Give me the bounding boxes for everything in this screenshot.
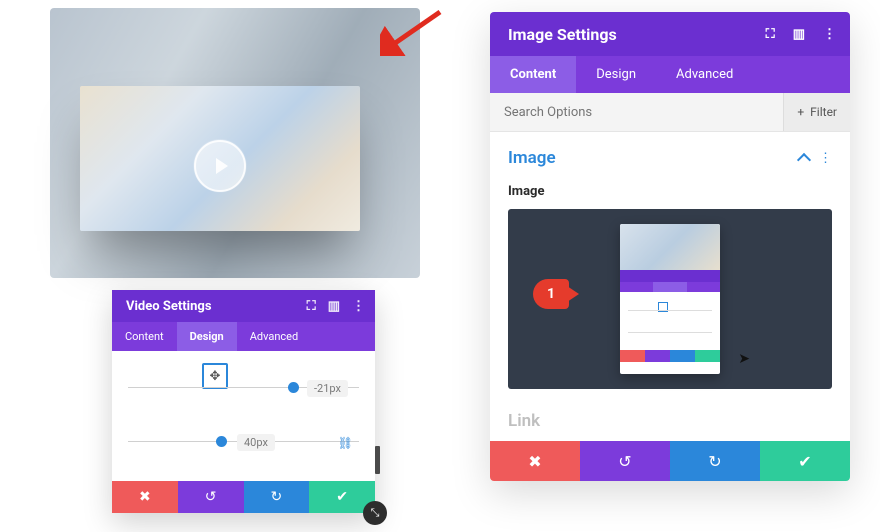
tab-design[interactable]: Design: [177, 322, 237, 351]
step-marker: 1: [533, 279, 569, 309]
tab-design[interactable]: Design: [576, 56, 656, 93]
image-thumbnail: [620, 224, 720, 374]
panel-title: Image Settings: [508, 25, 617, 44]
play-icon: [194, 140, 246, 192]
kebab-icon[interactable]: ⋮: [823, 27, 836, 42]
kebab-icon[interactable]: ⋮: [819, 151, 832, 166]
link-section-title: Link: [490, 393, 850, 431]
design-body: ✥ -21px 40px ⛓: [112, 351, 375, 481]
help-icon[interactable]: ▥: [793, 27, 805, 42]
filter-label: Filter: [810, 105, 837, 119]
tab-content[interactable]: Content: [112, 322, 177, 351]
kebab-icon[interactable]: ⋮: [352, 299, 365, 314]
search-input[interactable]: [490, 94, 783, 131]
link-values-icon[interactable]: ⛓: [338, 436, 353, 450]
image-preview-well[interactable]: 1 ➤: [508, 209, 832, 389]
section-header[interactable]: Image ⋮: [508, 148, 832, 168]
resize-handle[interactable]: ⤡: [363, 501, 387, 525]
scroll-indicator: [375, 446, 380, 474]
tab-advanced[interactable]: Advanced: [656, 56, 753, 93]
action-bar: ✖ ↺ ↻ ✔: [490, 441, 850, 481]
field-label: Image: [508, 184, 832, 199]
expand-icon[interactable]: ⛶: [766, 27, 775, 42]
panel-header[interactable]: Video Settings ⛶ ▥ ⋮: [112, 290, 375, 322]
slider-thumb[interactable]: [216, 436, 227, 447]
slider-thumb[interactable]: [288, 382, 299, 393]
undo-button[interactable]: ↺: [580, 441, 670, 481]
tab-bar: Content Design Advanced: [490, 56, 850, 93]
offset-y-value[interactable]: 40px: [237, 434, 275, 451]
position-drag-handle[interactable]: ✥: [202, 363, 228, 389]
help-icon[interactable]: ▥: [328, 299, 340, 314]
background-photo: [50, 8, 420, 278]
redo-button[interactable]: ↻: [244, 481, 310, 513]
image-settings-panel: Image Settings ⛶ ▥ ⋮ Content Design Adva…: [490, 12, 850, 481]
offset-x-value[interactable]: -21px: [307, 380, 348, 397]
panel-title: Video Settings: [126, 299, 212, 314]
filter-button[interactable]: + Filter: [783, 93, 850, 131]
redo-button[interactable]: ↻: [670, 441, 760, 481]
close-button[interactable]: ✖: [112, 481, 178, 513]
search-bar: + Filter: [490, 93, 850, 132]
plus-icon: +: [797, 105, 804, 119]
collapse-icon[interactable]: [797, 152, 811, 166]
step-marker-label: 1: [533, 279, 569, 309]
expand-icon[interactable]: ⛶: [307, 299, 316, 314]
close-button[interactable]: ✖: [490, 441, 580, 481]
arrow-annotation: [380, 6, 450, 56]
action-bar: ✖ ↺ ↻ ✔: [112, 481, 375, 513]
left-preview-area: Video Settings ⛶ ▥ ⋮ Content Design Adva…: [50, 8, 430, 528]
tab-bar: Content Design Advanced: [112, 322, 375, 351]
cursor-icon: ➤: [738, 351, 750, 367]
undo-button[interactable]: ↺: [178, 481, 244, 513]
foreground-video-thumbnail[interactable]: [80, 86, 360, 231]
video-settings-panel: Video Settings ⛶ ▥ ⋮ Content Design Adva…: [112, 290, 375, 513]
save-button[interactable]: ✔: [760, 441, 850, 481]
section-title: Image: [508, 148, 556, 168]
tab-content[interactable]: Content: [490, 56, 576, 93]
panel-header[interactable]: Image Settings ⛶ ▥ ⋮: [490, 12, 850, 56]
tab-advanced[interactable]: Advanced: [237, 322, 311, 351]
